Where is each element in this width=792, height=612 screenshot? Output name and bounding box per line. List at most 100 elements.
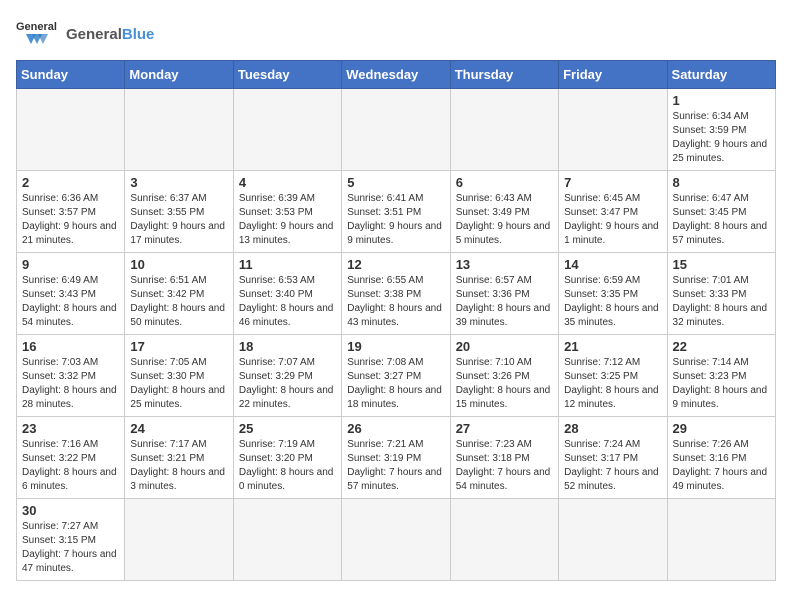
calendar: SundayMondayTuesdayWednesdayThursdayFrid…: [16, 60, 776, 581]
calendar-cell: 16 Sunrise: 7:03 AM Sunset: 3:32 PM Dayli…: [17, 335, 125, 417]
day-info: Sunrise: 6:37 AM Sunset: 3:55 PM Dayligh…: [130, 192, 227, 248]
day-number: 3: [130, 175, 227, 190]
day-number: 9: [22, 257, 119, 272]
day-number: 21: [564, 339, 661, 354]
day-info: Sunrise: 6:45 AM Sunset: 3:47 PM Dayligh…: [564, 192, 661, 248]
day-info: Sunrise: 6:59 AM Sunset: 3:35 PM Dayligh…: [564, 274, 661, 330]
day-info: Sunrise: 7:16 AM Sunset: 3:22 PM Dayligh…: [22, 438, 119, 494]
day-info: Sunrise: 7:17 AM Sunset: 3:21 PM Dayligh…: [130, 438, 227, 494]
calendar-week-row: 30 Sunrise: 7:27 AM Sunset: 3:15 PM Dayli…: [17, 499, 776, 581]
calendar-cell: [125, 499, 233, 581]
calendar-cell: 11 Sunrise: 6:53 AM Sunset: 3:40 PM Dayli…: [233, 253, 341, 335]
logo-general: General: [66, 26, 122, 43]
calendar-cell: 6 Sunrise: 6:43 AM Sunset: 3:49 PM Daylig…: [450, 171, 558, 253]
calendar-week-row: 1 Sunrise: 6:34 AM Sunset: 3:59 PM Daylig…: [17, 89, 776, 171]
day-info: Sunrise: 6:51 AM Sunset: 3:42 PM Dayligh…: [130, 274, 227, 330]
calendar-cell: 13 Sunrise: 6:57 AM Sunset: 3:36 PM Dayli…: [450, 253, 558, 335]
weekday-header: Saturday: [667, 61, 775, 89]
day-number: 14: [564, 257, 661, 272]
day-number: 12: [347, 257, 444, 272]
svg-text:General: General: [16, 21, 57, 33]
calendar-cell: 14 Sunrise: 6:59 AM Sunset: 3:35 PM Dayli…: [559, 253, 667, 335]
day-number: 16: [22, 339, 119, 354]
day-info: Sunrise: 7:23 AM Sunset: 3:18 PM Dayligh…: [456, 438, 553, 494]
day-info: Sunrise: 7:12 AM Sunset: 3:25 PM Dayligh…: [564, 356, 661, 412]
day-number: 20: [456, 339, 553, 354]
day-info: Sunrise: 6:41 AM Sunset: 3:51 PM Dayligh…: [347, 192, 444, 248]
day-info: Sunrise: 7:26 AM Sunset: 3:16 PM Dayligh…: [673, 438, 770, 494]
day-number: 28: [564, 421, 661, 436]
day-info: Sunrise: 7:05 AM Sunset: 3:30 PM Dayligh…: [130, 356, 227, 412]
day-number: 19: [347, 339, 444, 354]
day-number: 6: [456, 175, 553, 190]
day-info: Sunrise: 7:10 AM Sunset: 3:26 PM Dayligh…: [456, 356, 553, 412]
calendar-cell: [17, 89, 125, 171]
day-number: 25: [239, 421, 336, 436]
day-info: Sunrise: 6:34 AM Sunset: 3:59 PM Dayligh…: [673, 110, 770, 166]
day-number: 13: [456, 257, 553, 272]
day-number: 17: [130, 339, 227, 354]
day-number: 2: [22, 175, 119, 190]
calendar-cell: 12 Sunrise: 6:55 AM Sunset: 3:38 PM Dayli…: [342, 253, 450, 335]
weekday-header: Monday: [125, 61, 233, 89]
weekday-header: Wednesday: [342, 61, 450, 89]
calendar-cell: 15Sunrise: 7:01 AM Sunset: 3:33 PM Dayli…: [667, 253, 775, 335]
calendar-cell: [233, 89, 341, 171]
calendar-cell: 21 Sunrise: 7:12 AM Sunset: 3:25 PM Dayli…: [559, 335, 667, 417]
day-number: 24: [130, 421, 227, 436]
day-info: Sunrise: 6:39 AM Sunset: 3:53 PM Dayligh…: [239, 192, 336, 248]
calendar-cell: 24 Sunrise: 7:17 AM Sunset: 3:21 PM Dayli…: [125, 417, 233, 499]
calendar-week-row: 2 Sunrise: 6:36 AM Sunset: 3:57 PM Daylig…: [17, 171, 776, 253]
calendar-cell: [342, 499, 450, 581]
day-number: 23: [22, 421, 119, 436]
header: General GeneralBlue: [16, 16, 776, 52]
day-info: Sunrise: 7:19 AM Sunset: 3:20 PM Dayligh…: [239, 438, 336, 494]
calendar-cell: 18 Sunrise: 7:07 AM Sunset: 3:29 PM Dayli…: [233, 335, 341, 417]
calendar-cell: 28 Sunrise: 7:24 AM Sunset: 3:17 PM Dayli…: [559, 417, 667, 499]
logo: General GeneralBlue: [16, 16, 154, 52]
calendar-cell: 8Sunrise: 6:47 AM Sunset: 3:45 PM Daylig…: [667, 171, 775, 253]
day-info: Sunrise: 6:36 AM Sunset: 3:57 PM Dayligh…: [22, 192, 119, 248]
calendar-header-row: SundayMondayTuesdayWednesdayThursdayFrid…: [17, 61, 776, 89]
day-info: Sunrise: 7:03 AM Sunset: 3:32 PM Dayligh…: [22, 356, 119, 412]
day-info: Sunrise: 7:07 AM Sunset: 3:29 PM Dayligh…: [239, 356, 336, 412]
weekday-header: Sunday: [17, 61, 125, 89]
calendar-cell: [450, 89, 558, 171]
calendar-cell: [667, 499, 775, 581]
day-info: Sunrise: 6:53 AM Sunset: 3:40 PM Dayligh…: [239, 274, 336, 330]
day-number: 18: [239, 339, 336, 354]
calendar-cell: 9 Sunrise: 6:49 AM Sunset: 3:43 PM Daylig…: [17, 253, 125, 335]
day-number: 4: [239, 175, 336, 190]
calendar-cell: 2 Sunrise: 6:36 AM Sunset: 3:57 PM Daylig…: [17, 171, 125, 253]
day-number: 29: [673, 421, 770, 436]
calendar-cell: 26Sunrise: 7:21 AM Sunset: 3:19 PM Dayli…: [342, 417, 450, 499]
logo-wordmark: GeneralBlue: [66, 26, 154, 43]
day-info: Sunrise: 6:57 AM Sunset: 3:36 PM Dayligh…: [456, 274, 553, 330]
calendar-cell: 27Sunrise: 7:23 AM Sunset: 3:18 PM Dayli…: [450, 417, 558, 499]
calendar-cell: 17 Sunrise: 7:05 AM Sunset: 3:30 PM Dayli…: [125, 335, 233, 417]
weekday-header: Tuesday: [233, 61, 341, 89]
day-number: 22: [673, 339, 770, 354]
day-number: 10: [130, 257, 227, 272]
calendar-cell: 4 Sunrise: 6:39 AM Sunset: 3:53 PM Daylig…: [233, 171, 341, 253]
calendar-cell: 25 Sunrise: 7:19 AM Sunset: 3:20 PM Dayli…: [233, 417, 341, 499]
logo-svg: General: [16, 16, 60, 52]
day-number: 5: [347, 175, 444, 190]
day-info: Sunrise: 7:27 AM Sunset: 3:15 PM Dayligh…: [22, 520, 119, 576]
calendar-cell: 30 Sunrise: 7:27 AM Sunset: 3:15 PM Dayli…: [17, 499, 125, 581]
day-info: Sunrise: 7:01 AM Sunset: 3:33 PM Dayligh…: [673, 274, 770, 330]
day-info: Sunrise: 7:21 AM Sunset: 3:19 PM Dayligh…: [347, 438, 444, 494]
calendar-cell: 23 Sunrise: 7:16 AM Sunset: 3:22 PM Dayli…: [17, 417, 125, 499]
day-info: Sunrise: 6:49 AM Sunset: 3:43 PM Dayligh…: [22, 274, 119, 330]
day-info: Sunrise: 6:43 AM Sunset: 3:49 PM Dayligh…: [456, 192, 553, 248]
day-number: 11: [239, 257, 336, 272]
calendar-cell: 22Sunrise: 7:14 AM Sunset: 3:23 PM Dayli…: [667, 335, 775, 417]
calendar-cell: [125, 89, 233, 171]
day-info: Sunrise: 7:24 AM Sunset: 3:17 PM Dayligh…: [564, 438, 661, 494]
day-number: 30: [22, 503, 119, 518]
day-number: 8: [673, 175, 770, 190]
day-info: Sunrise: 6:55 AM Sunset: 3:38 PM Dayligh…: [347, 274, 444, 330]
calendar-cell: 1 Sunrise: 6:34 AM Sunset: 3:59 PM Daylig…: [667, 89, 775, 171]
day-number: 1: [673, 93, 770, 108]
calendar-cell: [233, 499, 341, 581]
